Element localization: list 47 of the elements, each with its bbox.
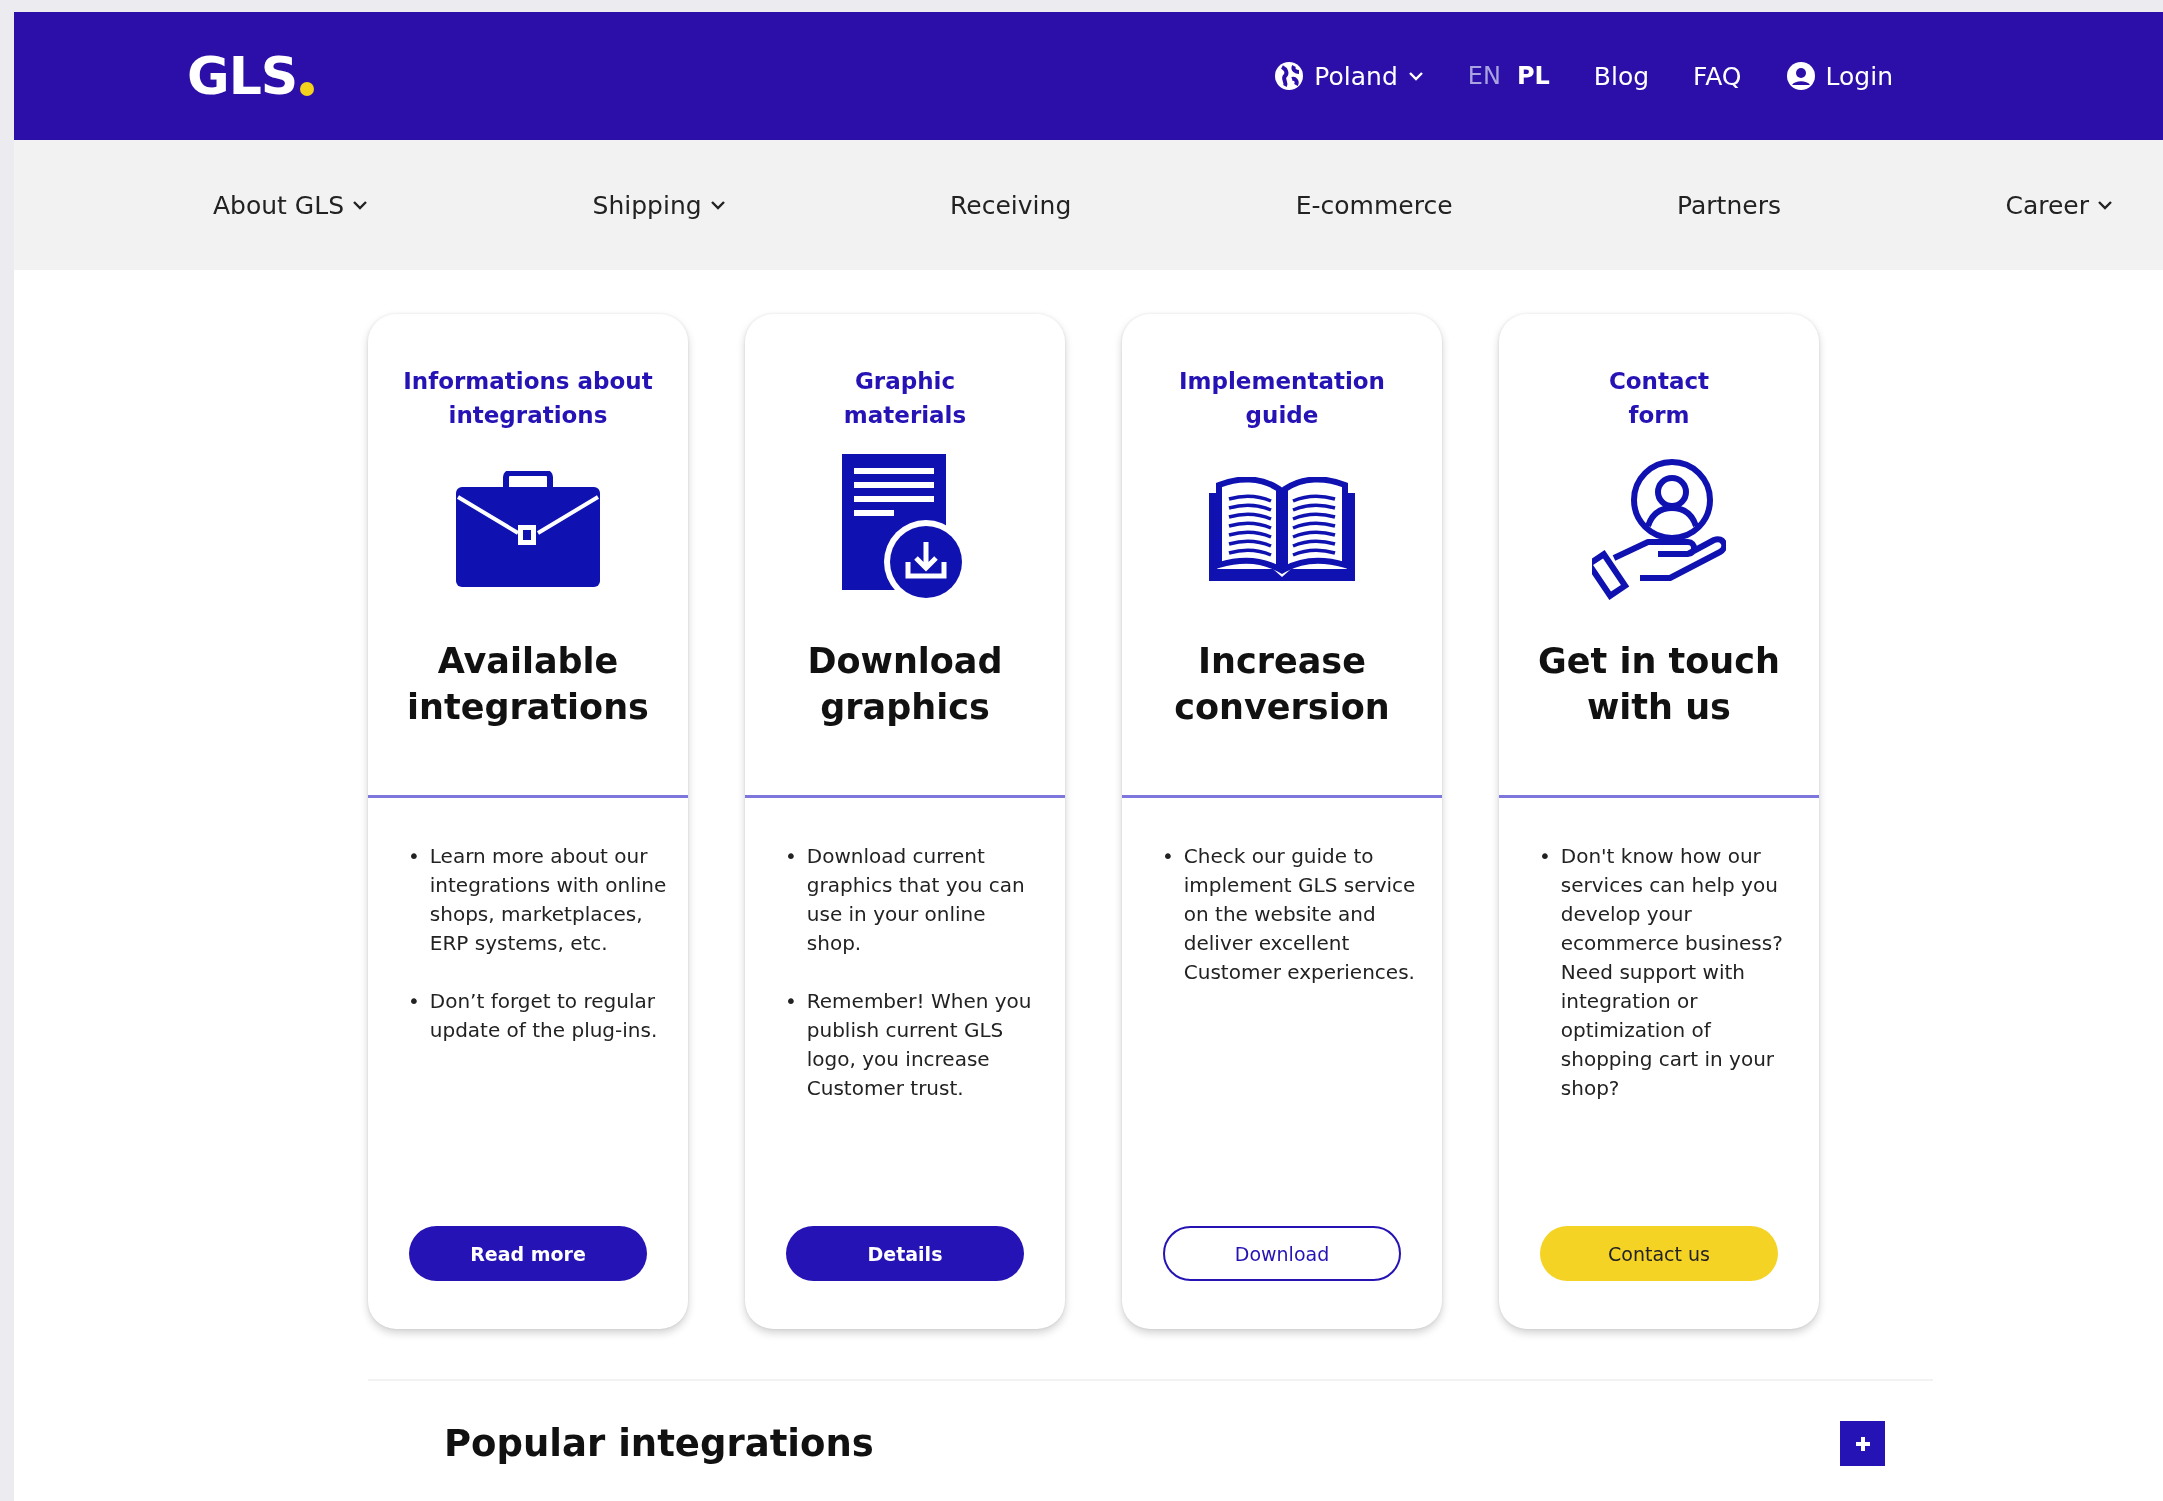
bullet-text: Don’t forget to regular update of the plug-ins. [429,988,659,1044]
section-title: Popular integrations [444,1422,874,1465]
card-button[interactable]: Download [1163,1226,1401,1281]
open-book-icon [1209,477,1355,581]
card-title: Implementation guide [1179,367,1385,430]
header-link[interactable]: Blog [1593,61,1650,91]
bullet-marker: • [408,988,420,1015]
bullet-marker: • [785,988,797,1015]
header-link[interactable]: FAQ [1693,61,1742,91]
nav-item[interactable]: Receiving [950,190,1072,220]
bullet-text: Don't know how our services can help you develop your ecommerce business? Need support with integration or optimization of shopping cart in your shop? [1560,843,1784,1102]
card-heading: Available integrations [406,640,650,729]
card-heading: Increase conversion [1173,640,1391,729]
card-title: Informations about integrations [403,367,653,430]
card-button[interactable]: Details [786,1226,1024,1281]
language-link[interactable]: EN [1467,62,1501,90]
nav-item[interactable]: Partners [1677,190,1781,220]
bullet-marker: • [408,843,420,870]
nav-item[interactable]: About GLS [213,190,369,220]
user-icon [1785,61,1816,91]
nav-item[interactable]: E-commerce [1295,190,1453,220]
bullet-marker: • [785,843,797,870]
logo-dot-icon [300,82,315,96]
card-title: Graphic materials [843,367,967,430]
nav-item[interactable]: Career [2005,190,2113,220]
login-link[interactable]: Login [1785,61,1893,91]
country-selector[interactable]: Poland [1274,61,1424,91]
bullet-marker: • [1162,843,1174,870]
nav-item[interactable]: Shipping [592,190,726,220]
bullet-text: Check our guide to implement GLS service on the website and deliver excellent Customer experiences. [1183,843,1417,986]
language-link[interactable]: PL [1516,62,1550,90]
bullet-marker: • [1539,843,1551,870]
card-title: Contact form [1608,367,1710,430]
globe-icon [1274,61,1305,91]
plus-icon [1854,1435,1871,1452]
card-heading: Download graphics [806,640,1004,729]
chevron-down-icon [1407,71,1424,81]
bullet-text: Download current graphics that you can use in your online shop. [806,843,1026,957]
bullet-text: Learn more about our integrations with online shops, marketplaces, ERP systems, etc. [429,843,668,957]
briefcase-icon [456,471,600,587]
bullet-text: Remember! When you publish current GLS logo, you increase Customer trust. [806,988,1033,1102]
logo[interactable]: GLS [187,46,298,106]
expand-button[interactable] [1840,1421,1885,1466]
card-button[interactable]: Read more [409,1226,647,1281]
hand-person-icon [1592,458,1726,600]
card-button[interactable]: Contact us [1540,1226,1778,1281]
card-heading: Get in touch with us [1537,640,1781,729]
